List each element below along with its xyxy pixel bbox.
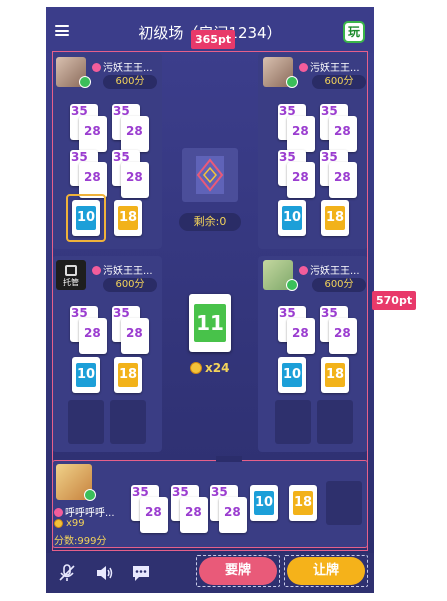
empty-tile-slot <box>68 400 104 444</box>
multiplier: x24 <box>190 361 229 375</box>
current-tile-11: 11 <box>189 294 231 352</box>
draw-pile[interactable] <box>182 148 238 202</box>
tile-18[interactable]: 18 <box>321 200 349 236</box>
tile-stack[interactable]: 35 28 <box>70 150 108 198</box>
player-score: 600分 <box>312 75 366 89</box>
my-tile-18[interactable]: 18 <box>289 485 317 521</box>
empty-tile-slot <box>326 481 362 525</box>
tile-stack[interactable]: 35 28 <box>320 104 358 152</box>
coin-icon <box>190 362 202 374</box>
tile-stack[interactable]: 35 28 <box>70 104 108 152</box>
tile-10[interactable]: 10 <box>72 200 100 236</box>
tile-back-pattern-icon <box>196 156 224 194</box>
empty-tile-slot <box>275 400 311 444</box>
coin-icon <box>54 519 63 528</box>
player-score: 600分 <box>103 75 157 89</box>
my-score: 分数:999分 <box>54 536 107 547</box>
panel-tab <box>216 456 242 462</box>
my-tile-stack[interactable]: 35 28 <box>171 485 209 533</box>
game-screen: 初级场（房间1234） 玩 污妖王王... 600分 35 28 35 28 3… <box>46 7 374 593</box>
tile-stack[interactable]: 35 28 <box>112 150 150 198</box>
tile-10[interactable]: 10 <box>278 357 306 393</box>
width-label: 365pt <box>191 30 236 49</box>
tile-10[interactable]: 10 <box>72 357 100 393</box>
player-name: 污妖王王... <box>299 59 360 74</box>
mic-off-icon[interactable] <box>57 563 77 583</box>
tile-stack[interactable]: 35 28 <box>70 306 108 354</box>
empty-tile-slot <box>317 400 353 444</box>
height-label: 570pt <box>372 291 417 310</box>
chat-icon[interactable] <box>131 563 151 583</box>
my-name: 呼呼呼呼... <box>54 504 115 519</box>
tile-stack[interactable]: 35 28 <box>278 150 316 198</box>
player-name: 污妖王王... <box>92 59 153 74</box>
tile-stack[interactable]: 35 28 <box>112 104 150 152</box>
empty-tile-slot <box>110 400 146 444</box>
mic-icon <box>286 279 298 291</box>
mic-icon <box>286 76 298 88</box>
my-tile-stack[interactable]: 35 28 <box>210 485 248 533</box>
tile-stack[interactable]: 35 28 <box>320 306 358 354</box>
tile-stack[interactable]: 35 28 <box>278 104 316 152</box>
player-score: 600分 <box>312 278 366 292</box>
my-tile-stack[interactable]: 35 28 <box>131 485 169 533</box>
tile-10[interactable]: 10 <box>278 200 306 236</box>
my-tile-10[interactable]: 10 <box>250 485 278 521</box>
player-name: 污妖王王... <box>299 262 360 277</box>
tile-18[interactable]: 18 <box>114 357 142 393</box>
speaker-icon[interactable] <box>94 563 114 583</box>
robot-icon <box>65 265 77 276</box>
my-coins: x99 <box>54 518 85 529</box>
player-score: 600分 <box>103 278 157 292</box>
tile-18[interactable]: 18 <box>114 200 142 236</box>
mic-icon <box>84 489 96 501</box>
pass-button[interactable]: 让牌 <box>287 557 365 585</box>
auto-play-label: 托管 <box>63 278 79 287</box>
avatar-robot[interactable]: 托管 <box>56 260 86 290</box>
player-name: 污妖王王... <box>92 262 153 277</box>
tile-stack[interactable]: 35 28 <box>320 150 358 198</box>
mic-icon <box>79 76 91 88</box>
tile-stack[interactable]: 35 28 <box>278 306 316 354</box>
tile-stack[interactable]: 35 28 <box>112 306 150 354</box>
tile-18[interactable]: 18 <box>321 357 349 393</box>
play-icon[interactable]: 玩 <box>343 21 365 43</box>
remaining-counter: 剩余:0 <box>179 213 241 231</box>
want-tile-button[interactable]: 要牌 <box>199 557 277 585</box>
